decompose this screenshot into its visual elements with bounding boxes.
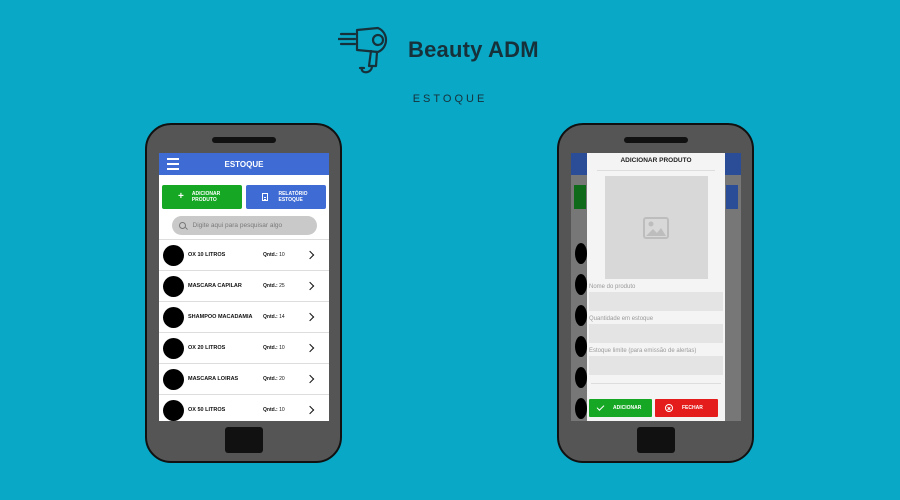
list-item[interactable]: MASCARA CAPILAR Qntd.: 25 (159, 271, 329, 302)
product-qty: Qntd.: 10 (263, 252, 285, 258)
app-bar: ESTOQUE (159, 153, 329, 175)
product-name: OX 50 LITROS (188, 407, 226, 413)
document-icon (262, 193, 269, 201)
product-thumbnail (163, 337, 184, 359)
product-name-label: Nome do produto (589, 284, 636, 290)
modal-actions: ADICIONAR FECHAR (589, 399, 718, 417)
stock-limit-label: Estoque limite (para emissão de alertas) (589, 348, 697, 354)
close-modal-label: FECHAR (682, 405, 703, 411)
search-icon (178, 222, 186, 229)
list-item[interactable]: OX 50 LITROS Qntd.: 10 (159, 395, 329, 421)
phone-home-button (636, 427, 675, 453)
confirm-add-label: ADICIONAR (613, 405, 642, 411)
search-placeholder: Digite aqui para pesquisar algo (192, 222, 283, 229)
list-item[interactable]: MASCARA LOIRAS Qntd.: 20 (159, 364, 329, 395)
add-product-modal: ADICIONAR PRODUTO Nome do produto Quanti… (587, 153, 725, 421)
phone-speaker (211, 137, 276, 143)
product-list: OX 10 LITROS Qntd.: 10 MASCARA CAPILAR Q… (159, 239, 329, 421)
product-thumbnail (163, 244, 184, 266)
brand: Beauty ADM (338, 24, 539, 76)
add-product-button[interactable]: + ADICIONAR PRODUTO (162, 185, 243, 209)
screen-title: ESTOQUE (224, 159, 264, 169)
chevron-right-icon[interactable] (305, 405, 315, 415)
stock-limit-field[interactable] (589, 356, 723, 375)
add-product-label-line2: PRODUTO (191, 197, 217, 203)
phone-screen: ESTOQUE + ADICIONAR PRODUTO RELATÓRIO ES… (159, 153, 329, 421)
product-name: OX 10 LITROS (188, 252, 226, 258)
stock-report-label-line2: ESTOQUE (278, 197, 303, 203)
divider (591, 383, 721, 384)
chevron-right-icon[interactable] (305, 250, 315, 260)
confirm-add-button[interactable]: ADICIONAR (589, 399, 652, 417)
phone-screen: ADICIONAR PRODUTO Nome do produto Quanti… (571, 153, 741, 421)
modal-title: ADICIONAR PRODUTO (620, 157, 692, 164)
chevron-right-icon[interactable] (305, 281, 315, 291)
product-qty: Qntd.: 14 (263, 314, 285, 320)
phone-speaker (623, 137, 688, 143)
image-icon (643, 216, 669, 239)
product-thumbnail (163, 368, 184, 390)
product-qty: Qntd.: 10 (263, 345, 285, 351)
close-circle-icon (665, 404, 673, 412)
list-item[interactable]: OX 10 LITROS Qntd.: 10 (159, 240, 329, 271)
chevron-right-icon[interactable] (305, 343, 315, 353)
hamburger-menu-icon[interactable] (167, 158, 179, 170)
product-name: MASCARA LOIRAS (188, 376, 239, 382)
app-brand-title: Beauty ADM (408, 37, 539, 62)
product-name-field[interactable] (589, 292, 723, 311)
product-image-picker[interactable] (604, 176, 708, 279)
list-item[interactable]: OX 20 LITROS Qntd.: 10 (159, 333, 329, 364)
product-qty: Qntd.: 20 (263, 376, 285, 382)
hair-dryer-icon (338, 26, 388, 74)
check-icon (596, 403, 605, 411)
search-input[interactable]: Digite aqui para pesquisar algo (171, 216, 317, 235)
divider (597, 170, 715, 171)
product-name: SHAMPOO MACADAMIA (188, 314, 253, 320)
product-name: OX 20 LITROS (188, 345, 226, 351)
stock-quantity-label: Quantidade em estoque (589, 316, 654, 322)
product-thumbnail (163, 306, 184, 328)
close-modal-button[interactable]: FECHAR (655, 399, 718, 417)
page-subtitle: ESTOQUE (412, 93, 488, 105)
product-thumbnail (163, 399, 184, 421)
plus-icon: + (178, 191, 184, 202)
stock-quantity-field[interactable] (589, 324, 723, 343)
phone-mockup-add-product: ADICIONAR PRODUTO Nome do produto Quanti… (557, 123, 754, 463)
action-buttons: + ADICIONAR PRODUTO RELATÓRIO ESTOQUE (159, 175, 329, 209)
stock-report-button[interactable]: RELATÓRIO ESTOQUE (246, 185, 326, 209)
phone-home-button (224, 427, 263, 453)
phone-mockup-stock-list: ESTOQUE + ADICIONAR PRODUTO RELATÓRIO ES… (145, 123, 342, 463)
product-name: MASCARA CAPILAR (188, 283, 242, 289)
product-thumbnail (163, 275, 184, 297)
chevron-right-icon[interactable] (305, 374, 315, 384)
product-qty: Qntd.: 25 (263, 283, 285, 289)
product-qty: Qntd.: 10 (263, 407, 285, 413)
list-item[interactable]: SHAMPOO MACADAMIA Qntd.: 14 (159, 302, 329, 333)
chevron-right-icon[interactable] (305, 312, 315, 322)
